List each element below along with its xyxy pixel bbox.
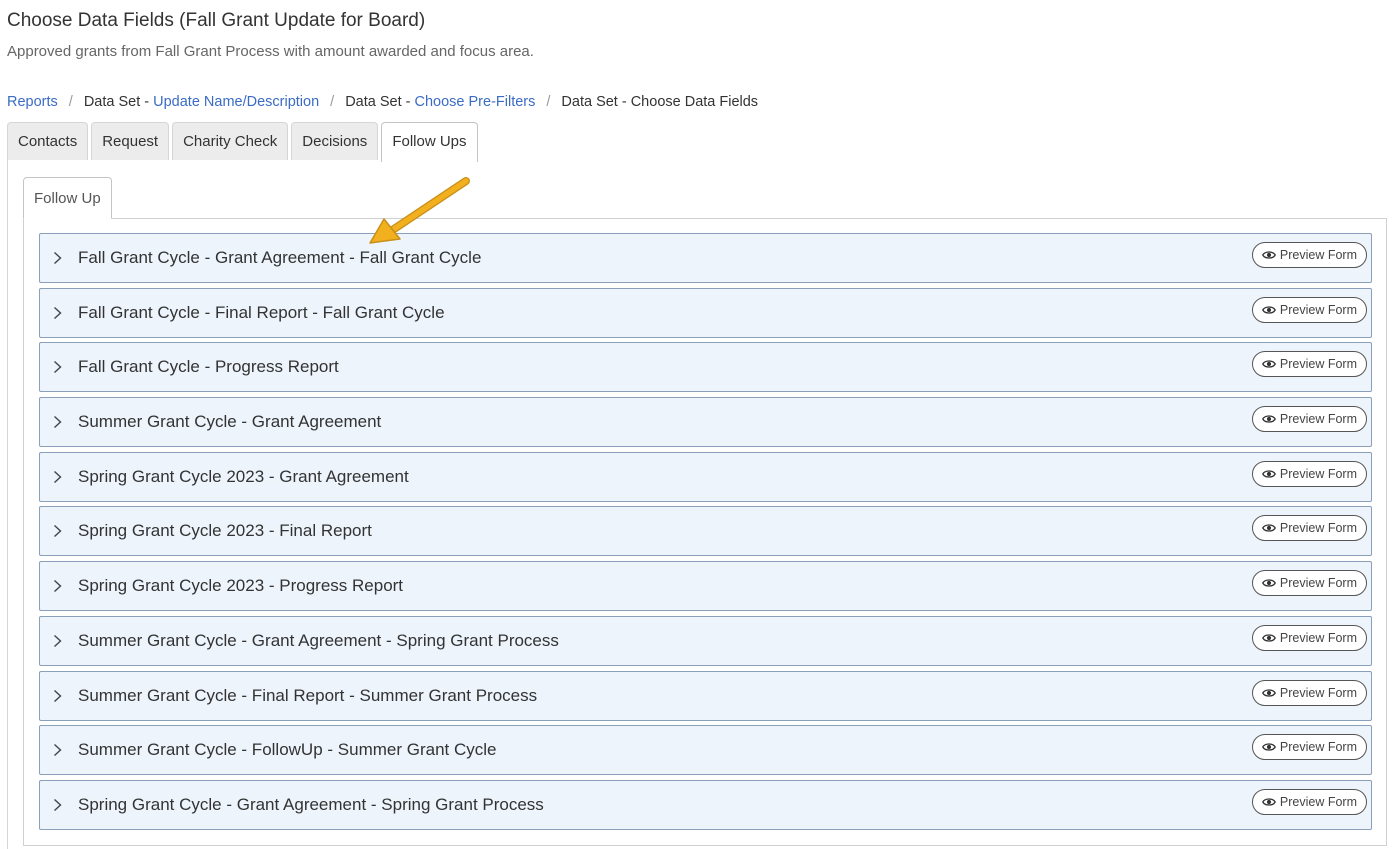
list-item[interactable]: Spring Grant Cycle 2023 - Progress Repor…: [39, 561, 1372, 612]
tab-charity-check[interactable]: Charity Check: [172, 122, 289, 160]
list-item[interactable]: Summer Grant Cycle - Grant Agreement Pre…: [39, 397, 1372, 448]
preview-form-label: Preview Form: [1279, 302, 1357, 317]
list-item[interactable]: Fall Grant Cycle - Progress Report Previ…: [39, 342, 1372, 393]
page-title: Choose Data Fields (Fall Grant Update fo…: [7, 10, 426, 31]
tab-request[interactable]: Request: [91, 122, 170, 160]
preview-form-label: Preview Form: [1279, 740, 1357, 755]
arrow-annotation: [369, 177, 470, 244]
eye-icon: [1261, 250, 1276, 260]
preview-form-button[interactable]: Preview Form: [1251, 515, 1367, 542]
chevron-right-icon[interactable]: [52, 634, 62, 647]
preview-form-label: Preview Form: [1279, 630, 1357, 645]
eye-icon: [1261, 797, 1276, 807]
list-item-label: Spring Grant Cycle 2023 - Final Report: [78, 521, 372, 541]
chevron-right-icon[interactable]: [52, 251, 62, 265]
preview-form-button[interactable]: Preview Form: [1251, 679, 1367, 706]
page: Choose Data Fields (Fall Grant Update fo…: [0, 0, 1396, 849]
follow-up-list: Fall Grant Cycle - Grant Agreement - Fal…: [39, 233, 1372, 835]
breadcrumb-separator: /: [68, 94, 73, 110]
preview-form-label: Preview Form: [1279, 412, 1357, 427]
breadcrumb-current: Data Set - Choose Data Fields: [561, 94, 759, 110]
list-item[interactable]: Spring Grant Cycle - Grant Agreement - S…: [39, 779, 1372, 830]
eye-icon: [1261, 469, 1276, 479]
chevron-right-icon[interactable]: [52, 689, 62, 702]
preview-form-button[interactable]: Preview Form: [1251, 296, 1367, 323]
eye-icon: [1261, 359, 1276, 369]
list-item-label: Summer Grant Cycle - Grant Agreement: [78, 412, 382, 432]
list-item[interactable]: Spring Grant Cycle 2023 - Grant Agreemen…: [39, 451, 1372, 502]
chevron-right-icon[interactable]: [52, 416, 62, 429]
chevron-right-icon[interactable]: [52, 525, 62, 538]
list-item[interactable]: Fall Grant Cycle - Final Report - Fall G…: [39, 287, 1372, 338]
breadcrumb-separator: /: [330, 94, 335, 110]
chevron-right-icon[interactable]: [52, 744, 62, 757]
list-item-label: Spring Grant Cycle - Grant Agreement - S…: [78, 794, 544, 814]
eye-icon: [1261, 742, 1276, 752]
preview-form-button[interactable]: Preview Form: [1251, 406, 1367, 433]
eye-icon: [1261, 523, 1276, 533]
preview-form-label: Preview Form: [1279, 248, 1357, 262]
chevron-right-icon[interactable]: [52, 798, 62, 811]
list-item-label: Summer Grant Cycle - Final Report - Summ…: [78, 685, 538, 705]
list-item-label: Fall Grant Cycle - Grant Agreement - Fal…: [78, 248, 482, 267]
preview-form-label: Preview Form: [1279, 794, 1357, 809]
breadcrumb-separator: /: [546, 94, 551, 110]
list-item[interactable]: Summer Grant Cycle - Grant Agreement - S…: [39, 615, 1372, 666]
tab-contacts[interactable]: Contacts: [7, 122, 89, 160]
chevron-right-icon[interactable]: [52, 470, 62, 483]
list-item[interactable]: Summer Grant Cycle - Final Report - Summ…: [39, 670, 1372, 721]
category-tabs: Contacts Request Charity Check Decisions…: [7, 122, 478, 162]
chevron-right-icon[interactable]: [52, 580, 62, 593]
divider: [110, 218, 1387, 219]
eye-icon: [1261, 414, 1276, 424]
list-item[interactable]: Spring Grant Cycle 2023 - Final Report P…: [39, 506, 1372, 557]
tab-follow-up[interactable]: Follow Up: [23, 177, 112, 219]
preview-form-button[interactable]: Preview Form: [1251, 734, 1367, 761]
list-item-label: Spring Grant Cycle 2023 - Progress Repor…: [78, 576, 404, 596]
breadcrumb-reports-link[interactable]: Reports: [7, 94, 58, 110]
eye-icon: [1261, 688, 1276, 698]
list-item-label: Spring Grant Cycle 2023 - Grant Agreemen…: [78, 466, 409, 486]
preview-form-label: Preview Form: [1279, 466, 1357, 481]
preview-form-label: Preview Form: [1279, 521, 1357, 536]
list-item-label: Summer Grant Cycle - Grant Agreement - S…: [78, 630, 559, 650]
preview-form-label: Preview Form: [1279, 685, 1357, 700]
breadcrumb-pre-filters-link[interactable]: Choose Pre-Filters: [415, 94, 536, 110]
list-item[interactable]: Summer Grant Cycle - FollowUp - Summer G…: [39, 725, 1372, 776]
chevron-right-icon[interactable]: [52, 306, 62, 319]
list-item-label: Fall Grant Cycle - Progress Report: [78, 357, 339, 377]
list-item-label: Fall Grant Cycle - Final Report - Fall G…: [78, 302, 445, 322]
list-item-label: Summer Grant Cycle - FollowUp - Summer G…: [78, 740, 497, 760]
eye-icon: [1261, 305, 1276, 315]
eye-icon: [1261, 633, 1276, 643]
preview-form-button[interactable]: Preview Form: [1251, 624, 1367, 651]
preview-form-label: Preview Form: [1279, 357, 1357, 372]
preview-form-button[interactable]: Preview Form: [1251, 460, 1367, 487]
eye-icon: [1261, 578, 1276, 588]
preview-form-button[interactable]: Preview Form: [1251, 351, 1367, 378]
breadcrumb-prefix: Data Set -: [83, 94, 154, 110]
breadcrumb-prefix: Data Set -: [345, 94, 415, 110]
preview-form-button[interactable]: Preview Form: [1251, 570, 1367, 597]
tab-decisions[interactable]: Decisions: [291, 122, 379, 160]
breadcrumb: Reports / Data Set - Update Name/Descrip…: [7, 94, 758, 110]
page-subtitle: Approved grants from Fall Grant Process …: [7, 43, 534, 60]
preview-form-label: Preview Form: [1279, 576, 1357, 591]
preview-form-button[interactable]: Preview Form: [1251, 788, 1367, 815]
preview-form-button[interactable]: Preview Form: [1251, 242, 1367, 268]
breadcrumb-update-name-link[interactable]: Update Name/Description: [153, 94, 319, 110]
list-item[interactable]: Fall Grant Cycle - Grant Agreement - Fal…: [39, 233, 1372, 283]
chevron-right-icon[interactable]: [52, 361, 62, 374]
tab-follow-ups[interactable]: Follow Ups: [381, 122, 478, 162]
